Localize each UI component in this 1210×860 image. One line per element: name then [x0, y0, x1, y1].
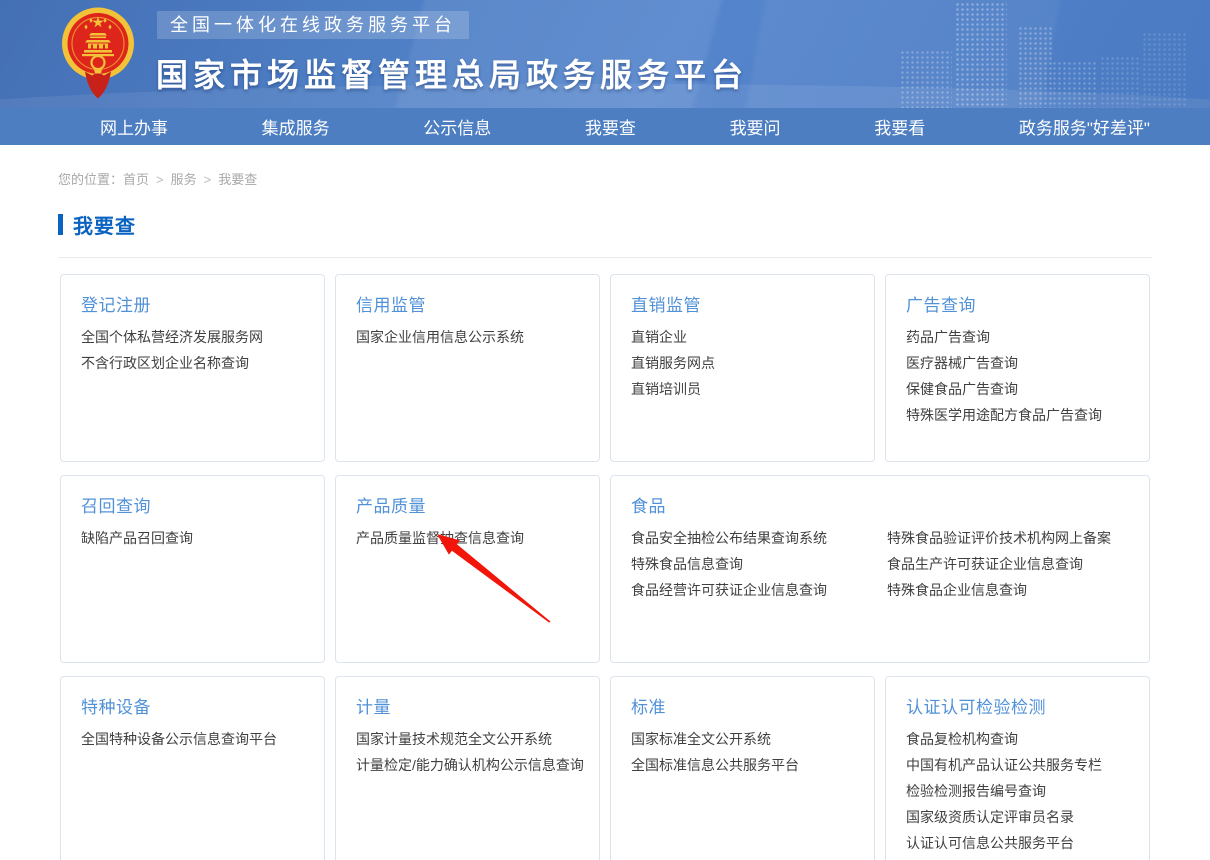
service-link[interactable]: 国家标准全文公开系统 — [631, 732, 854, 746]
service-link-list: 国家标准全文公开系统全国标准信息公共服务平台 — [631, 732, 854, 772]
service-link-list: 食品复检机构查询中国有机产品认证公共服务专栏检验检测报告编号查询国家级资质认定评… — [906, 732, 1129, 850]
service-link[interactable]: 特殊食品企业信息查询 — [887, 583, 1129, 597]
service-card-recall: 召回查询缺陷产品召回查询 — [60, 475, 325, 663]
service-link[interactable]: 特殊食品信息查询 — [631, 557, 873, 571]
service-link[interactable]: 医疗器械广告查询 — [906, 356, 1129, 370]
breadcrumb-label: 您的位置： — [58, 172, 123, 187]
nav-item-1[interactable]: 集成服务 — [262, 114, 330, 139]
breadcrumb-link-1[interactable]: 服务 — [171, 172, 197, 187]
cards-grid: 登记注册全国个体私营经济发展服务网不含行政区划企业名称查询信用监管国家企业信用信… — [60, 274, 1150, 860]
nav-item-4[interactable]: 我要问 — [730, 114, 781, 139]
service-card-credit: 信用监管国家企业信用信息公示系统 — [335, 274, 600, 462]
service-link[interactable]: 国家企业信用信息公示系统 — [356, 330, 579, 344]
service-link[interactable]: 食品经营许可获证企业信息查询 — [631, 583, 873, 597]
service-link[interactable]: 食品安全抽检公布结果查询系统 — [631, 531, 873, 545]
card-category-title[interactable]: 登记注册 — [81, 291, 304, 316]
service-card-metrology: 计量国家计量技术规范全文公开系统计量检定/能力确认机构公示信息查询 — [335, 676, 600, 860]
card-category-title[interactable]: 标准 — [631, 693, 854, 718]
service-link[interactable]: 直销培训员 — [631, 382, 854, 396]
service-link[interactable]: 国家计量技术规范全文公开系统 — [356, 732, 579, 746]
service-link[interactable]: 国家级资质认定评审员名录 — [906, 810, 1129, 824]
service-link-list: 全国个体私营经济发展服务网不含行政区划企业名称查询 — [81, 330, 304, 370]
service-card-special-equipment: 特种设备全国特种设备公示信息查询平台 — [60, 676, 325, 860]
service-link[interactable]: 全国标准信息公共服务平台 — [631, 758, 854, 772]
nav-item-3[interactable]: 我要查 — [585, 114, 636, 139]
service-link-list: 缺陷产品召回查询 — [81, 531, 304, 545]
service-card-direct-selling: 直销监管直销企业直销服务网点直销培训员 — [610, 274, 875, 462]
service-link[interactable]: 药品广告查询 — [906, 330, 1129, 344]
service-link[interactable]: 保健食品广告查询 — [906, 382, 1129, 396]
service-link[interactable]: 特殊医学用途配方食品广告查询 — [906, 408, 1129, 422]
service-link[interactable]: 计量检定/能力确认机构公示信息查询 — [356, 758, 579, 772]
section-head: 我要查 — [58, 210, 1152, 239]
service-card-advertising: 广告查询药品广告查询医疗器械广告查询保健食品广告查询特殊医学用途配方食品广告查询 — [885, 274, 1150, 462]
nav-item-5[interactable]: 我要看 — [874, 114, 925, 139]
city-skyline-decoration — [880, 0, 1210, 108]
breadcrumb: 您的位置：首页 > 服务 > 我要查 — [58, 169, 1152, 188]
site-title: 国家市场监督管理总局政务服务平台 — [156, 50, 748, 96]
page-title: 我要查 — [73, 210, 136, 239]
section-title-bar — [58, 214, 63, 235]
breadcrumb-separator: > — [156, 172, 164, 187]
service-link[interactable]: 全国特种设备公示信息查询平台 — [81, 732, 304, 746]
service-link[interactable]: 食品生产许可获证企业信息查询 — [887, 557, 1129, 571]
service-link-list: 国家计量技术规范全文公开系统计量检定/能力确认机构公示信息查询 — [356, 732, 579, 772]
service-card-food: 食品食品安全抽检公布结果查询系统特殊食品信息查询食品经营许可获证企业信息查询特殊… — [610, 475, 1150, 663]
service-link[interactable]: 不含行政区划企业名称查询 — [81, 356, 304, 370]
card-category-title[interactable]: 特种设备 — [81, 693, 304, 718]
service-link[interactable]: 全国个体私营经济发展服务网 — [81, 330, 304, 344]
card-category-title[interactable]: 召回查询 — [81, 492, 304, 517]
card-category-title[interactable]: 食品 — [631, 492, 1129, 517]
site-header: 全国一体化在线政务服务平台 国家市场监督管理总局政务服务平台 — [0, 0, 1210, 108]
service-card-certification: 认证认可检验检测食品复检机构查询中国有机产品认证公共服务专栏检验检测报告编号查询… — [885, 676, 1150, 860]
breadcrumb-items: 首页 > 服务 > 我要查 — [123, 172, 257, 187]
card-category-title[interactable]: 广告查询 — [906, 291, 1129, 316]
service-link-list: 特殊食品验证评价技术机构网上备案食品生产许可获证企业信息查询特殊食品企业信息查询 — [887, 531, 1129, 609]
breadcrumb-separator: > — [204, 172, 212, 187]
breadcrumb-link-2[interactable]: 我要查 — [218, 172, 257, 187]
card-category-title[interactable]: 信用监管 — [356, 291, 579, 316]
card-category-title[interactable]: 直销监管 — [631, 291, 854, 316]
service-link[interactable]: 中国有机产品认证公共服务专栏 — [906, 758, 1129, 772]
service-link[interactable]: 特殊食品验证评价技术机构网上备案 — [887, 531, 1129, 545]
main-nav: 网上办事 集成服务 公示信息 我要查 我要问 我要看 政务服务"好差评" — [0, 108, 1210, 145]
service-link-list: 食品安全抽检公布结果查询系统特殊食品信息查询食品经营许可获证企业信息查询 — [631, 531, 873, 609]
section-divider — [58, 257, 1152, 258]
service-link[interactable]: 产品质量监督抽查信息查询 — [356, 531, 579, 545]
breadcrumb-link-0[interactable]: 首页 — [123, 172, 149, 187]
nav-item-6[interactable]: 政务服务"好差评" — [1019, 114, 1150, 139]
service-card-standards: 标准国家标准全文公开系统全国标准信息公共服务平台 — [610, 676, 875, 860]
card-category-title[interactable]: 产品质量 — [356, 492, 579, 517]
service-card-registration: 登记注册全国个体私营经济发展服务网不含行政区划企业名称查询 — [60, 274, 325, 462]
card-category-title[interactable]: 计量 — [356, 693, 579, 718]
service-link-list: 全国特种设备公示信息查询平台 — [81, 732, 304, 746]
service-link-list: 产品质量监督抽查信息查询 — [356, 531, 579, 545]
national-emblem-logo — [61, 5, 135, 102]
service-link[interactable]: 缺陷产品召回查询 — [81, 531, 304, 545]
service-link-list: 国家企业信用信息公示系统 — [356, 330, 579, 344]
service-link[interactable]: 认证认可信息公共服务平台 — [906, 836, 1129, 850]
nav-item-2[interactable]: 公示信息 — [423, 114, 491, 139]
service-link[interactable]: 食品复检机构查询 — [906, 732, 1129, 746]
nav-item-0[interactable]: 网上办事 — [100, 114, 168, 139]
service-link-list: 直销企业直销服务网点直销培训员 — [631, 330, 854, 396]
service-card-product-quality: 产品质量产品质量监督抽查信息查询 — [335, 475, 600, 663]
service-link[interactable]: 直销服务网点 — [631, 356, 854, 370]
national-platform-badge: 全国一体化在线政务服务平台 — [157, 11, 469, 39]
service-link-list: 药品广告查询医疗器械广告查询保健食品广告查询特殊医学用途配方食品广告查询 — [906, 330, 1129, 422]
card-link-columns: 食品安全抽检公布结果查询系统特殊食品信息查询食品经营许可获证企业信息查询特殊食品… — [631, 517, 1129, 609]
service-link[interactable]: 检验检测报告编号查询 — [906, 784, 1129, 798]
service-link[interactable]: 直销企业 — [631, 330, 854, 344]
card-category-title[interactable]: 认证认可检验检测 — [906, 693, 1129, 718]
